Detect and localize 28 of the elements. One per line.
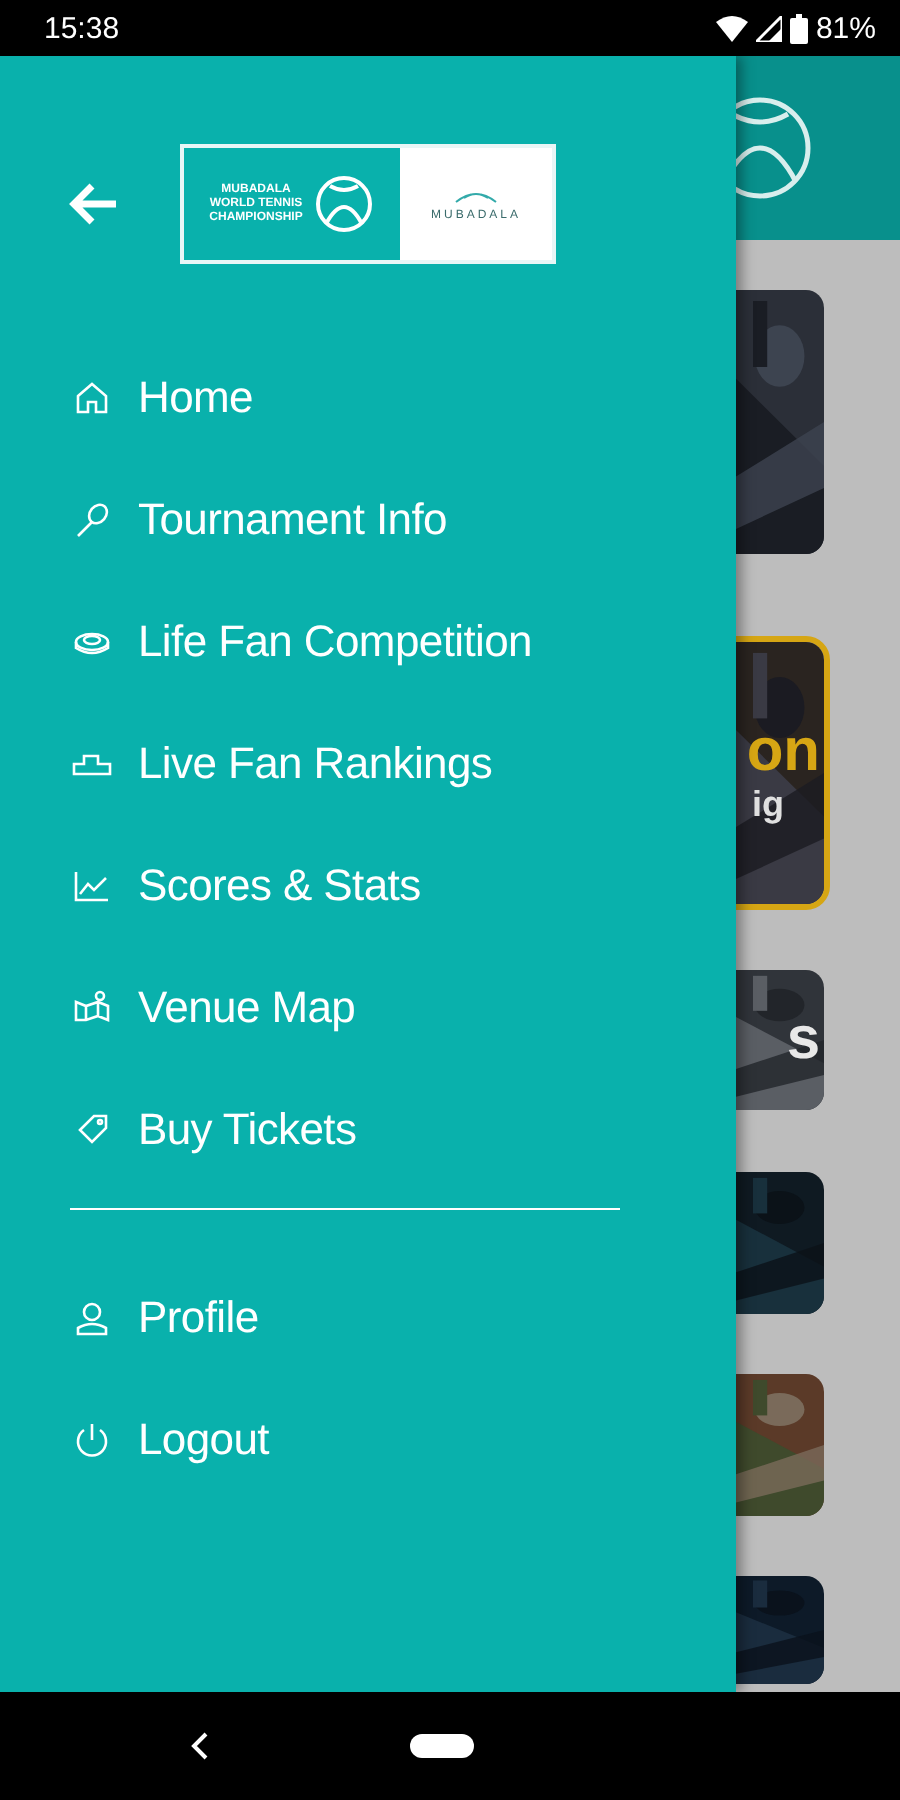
menu-item[interactable]: Profile — [72, 1256, 259, 1378]
menu-item[interactable]: Venue Map — [72, 946, 356, 1068]
home-button[interactable] — [410, 1734, 474, 1758]
back-icon[interactable] — [190, 1732, 210, 1760]
content-card[interactable]: s — [736, 964, 830, 1116]
home-icon — [72, 377, 112, 417]
content-card[interactable]: on ig — [736, 636, 830, 910]
card-title: s — [786, 1008, 820, 1072]
racket-icon — [72, 499, 112, 539]
card-title: on — [746, 720, 820, 784]
battery-percent: 81% — [815, 11, 876, 45]
menu-item[interactable]: Buy Tickets — [72, 1068, 357, 1190]
user-icon — [72, 1297, 112, 1337]
back-arrow-icon[interactable] — [68, 182, 120, 226]
map-icon — [72, 987, 112, 1027]
card-subtitle: ig — [752, 784, 784, 826]
signal-icon — [755, 15, 782, 41]
menu-item[interactable]: Home — [72, 336, 253, 458]
tennis-ball-icon — [314, 174, 375, 234]
menu-item[interactable]: Life Fan Competition — [72, 580, 532, 702]
menu-item[interactable]: Tournament Info — [72, 458, 447, 580]
menu-item[interactable]: Live Fan Rankings — [72, 702, 493, 824]
status-time: 15:38 — [44, 11, 120, 45]
power-icon — [72, 1419, 112, 1459]
menu-item[interactable]: Logout — [72, 1378, 269, 1500]
menu-item[interactable]: Scores & Stats — [72, 824, 421, 946]
battery-icon — [789, 13, 808, 43]
wifi-icon — [715, 15, 748, 41]
